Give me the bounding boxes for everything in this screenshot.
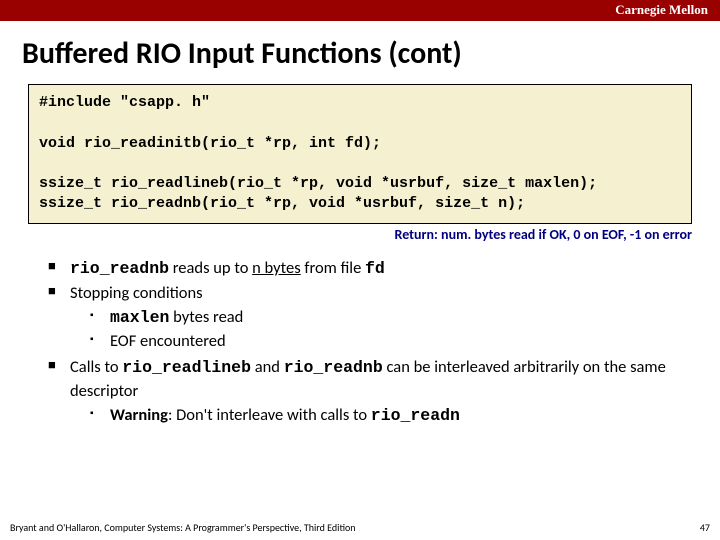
page-number: 47	[700, 521, 710, 534]
text: reads up to	[169, 258, 252, 278]
bullet-item: Stopping conditions maxlen bytes read EO…	[48, 282, 692, 354]
code-token: maxlen	[110, 308, 169, 327]
text: from file	[301, 258, 365, 278]
sub-bullet-item: maxlen bytes read	[90, 306, 692, 330]
sub-bullet-item: Warning: Don't interleave with calls to …	[90, 404, 692, 428]
code-token: fd	[365, 259, 385, 278]
text: Calls to	[70, 357, 122, 377]
text: EOF encountered	[110, 331, 226, 351]
underline-text: n bytes	[252, 258, 301, 278]
code-block: #include "csapp. h" void rio_readinitb(r…	[28, 84, 692, 224]
footer: Bryant and O'Hallaron, Computer Systems:…	[10, 521, 710, 534]
code-token: rio_readnb	[284, 358, 383, 377]
bold-text: Warning	[110, 405, 168, 425]
sub-bullet-item: EOF encountered	[90, 330, 692, 354]
return-note: Return: num. bytes read if OK, 0 on EOF,…	[28, 226, 692, 243]
bullet-list: rio_readnb reads up to n bytes from file…	[48, 257, 692, 428]
text: and	[251, 357, 284, 377]
text: Stopping conditions	[70, 283, 203, 303]
code-token: rio_readlineb	[122, 358, 251, 377]
bullet-item: Calls to rio_readlineb and rio_readnb ca…	[48, 356, 692, 428]
slide-title: Buffered RIO Input Functions (cont)	[22, 35, 720, 72]
bullet-item: rio_readnb reads up to n bytes from file…	[48, 257, 692, 281]
footer-left: Bryant and O'Hallaron, Computer Systems:…	[10, 521, 356, 534]
code-token: rio_readn	[371, 406, 460, 425]
text: : Don't interleave with calls to	[168, 405, 371, 425]
header-bar: Carnegie Mellon	[0, 0, 720, 21]
header-org: Carnegie Mellon	[615, 2, 708, 17]
code-token: rio_readnb	[70, 259, 169, 278]
text: bytes read	[169, 307, 243, 327]
